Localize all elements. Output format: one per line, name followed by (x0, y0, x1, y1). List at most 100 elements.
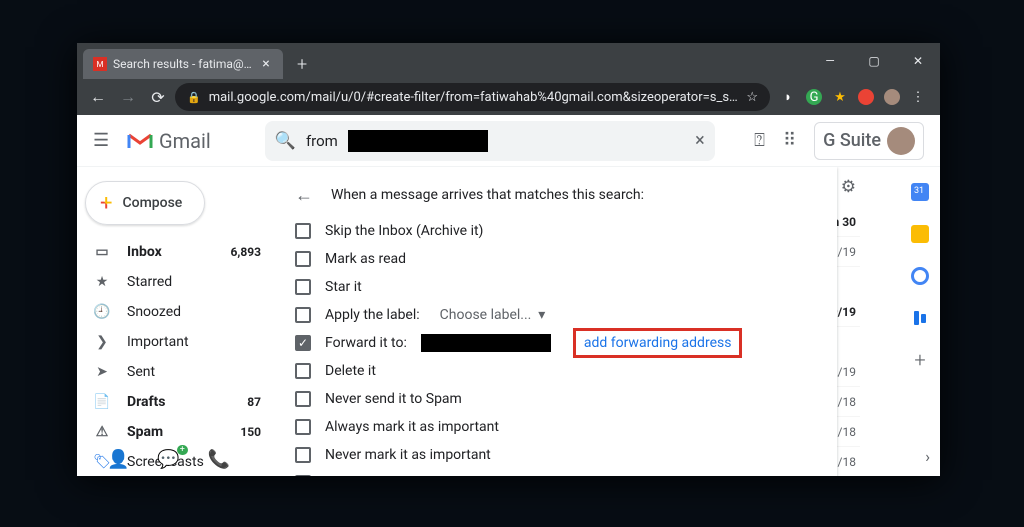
sidebar-item-snoozed[interactable]: 🕘 Snoozed (77, 297, 277, 327)
sidebar-item-label: Starred (127, 274, 172, 290)
filter-option-apply-label[interactable]: Apply the label: Choose label... ▾ (295, 301, 819, 329)
calendar-addon-icon[interactable] (911, 183, 929, 201)
checkbox[interactable] (295, 363, 311, 379)
sent-icon: ➤ (93, 364, 111, 380)
checkbox[interactable] (295, 447, 311, 463)
checkbox[interactable] (295, 391, 311, 407)
close-window-button[interactable]: ✕ (896, 43, 940, 79)
browser-tab[interactable]: M Search results - fatima@addicti… × (83, 49, 283, 79)
drafts-count: 87 (247, 395, 261, 409)
header-actions: ⍰ ⠿ G Suite (754, 122, 924, 160)
close-tab-icon[interactable]: × (259, 57, 273, 71)
filter-option-star[interactable]: Star it (295, 273, 819, 301)
gmail-body: + Compose ▭ Inbox 6,893 ★ Starred 🕘 Snoo… (77, 167, 940, 476)
sidebar-item-sent[interactable]: ➤ Sent (77, 357, 277, 387)
filter-option-always-important[interactable]: Always mark it as important (295, 413, 819, 441)
category-dropdown[interactable]: Choose category... ▾ (434, 475, 564, 476)
gmail-text: Gmail (159, 129, 211, 153)
filter-option-forward[interactable]: ✓ Forward it to: add forwarding address (295, 329, 819, 357)
forward-address-redacted (421, 334, 551, 352)
option-label: Never send it to Spam (325, 391, 462, 407)
checkbox[interactable] (295, 475, 311, 476)
maximize-button[interactable]: ▢ (852, 43, 896, 79)
option-label: Forward it to: (325, 335, 407, 351)
minimize-button[interactable]: — (808, 43, 852, 79)
sidebar-item-label: Drafts (127, 394, 165, 410)
support-icon[interactable]: ⍰ (754, 130, 765, 151)
forward-button[interactable]: → (115, 84, 141, 110)
bookmark-star-icon[interactable]: ☆ (746, 90, 758, 105)
tasks-addon-icon[interactable] (911, 267, 929, 285)
tab-strip: M Search results - fatima@addicti… × + —… (77, 43, 940, 79)
hide-side-panel-icon[interactable]: › (925, 447, 930, 466)
trello-addon-icon[interactable] (911, 309, 929, 327)
spam-icon: ⚠ (93, 424, 111, 440)
browser-menu-icon[interactable]: ⋮ (910, 89, 926, 105)
sidebar-item-label: Important (127, 334, 189, 350)
sidebar-item-starred[interactable]: ★ Starred (77, 267, 277, 297)
main-menu-icon[interactable]: ☰ (93, 130, 113, 151)
person-icon[interactable]: 👤 (107, 449, 129, 470)
gsuite-text: G Suite (823, 130, 881, 151)
option-label: Apply the label: (325, 307, 420, 323)
settings-gear-icon[interactable]: ⚙ (841, 177, 856, 197)
filter-option-never-important[interactable]: Never mark it as important (295, 441, 819, 469)
important-icon: ❯ (93, 334, 111, 350)
gmail-favicon: M (93, 57, 107, 71)
filter-option-delete[interactable]: Delete it (295, 357, 819, 385)
hangouts-icon[interactable]: 💬+ (157, 449, 179, 470)
extension-pocket-icon[interactable]: ◗ (780, 89, 796, 105)
sidebar-item-spam[interactable]: ⚠ Spam 150 (77, 417, 277, 447)
add-forwarding-address-link[interactable]: add forwarding address (573, 328, 743, 358)
reload-button[interactable]: ⟳ (145, 84, 171, 110)
sidebar-item-drafts[interactable]: 📄 Drafts 87 (77, 387, 277, 417)
browser-toolbar: ← → ⟳ 🔒 mail.google.com/mail/u/0/#create… (77, 79, 940, 115)
sidebar-item-important[interactable]: ❯ Important (77, 327, 277, 357)
keep-addon-icon[interactable] (911, 225, 929, 243)
compose-label: Compose (122, 195, 182, 211)
apps-grid-icon[interactable]: ⠿ (783, 130, 796, 151)
extension-icons: ◗ G ★ ⋮ (774, 89, 932, 105)
window-controls: — ▢ ✕ (808, 43, 940, 79)
checkbox[interactable] (295, 279, 311, 295)
filter-option-skip-inbox[interactable]: Skip the Inbox (Archive it) (295, 217, 819, 245)
option-label: Categorize as: (325, 475, 414, 476)
sidebar-item-inbox[interactable]: ▭ Inbox 6,893 (77, 237, 277, 267)
inbox-icon: ▭ (93, 244, 111, 260)
sidebar-item-label: Snoozed (127, 304, 181, 320)
label-dropdown[interactable]: Choose label... ▾ (440, 307, 546, 323)
checkbox[interactable] (295, 419, 311, 435)
phone-icon[interactable]: 📞 (208, 449, 230, 470)
new-tab-button[interactable]: + (283, 49, 321, 79)
option-label: Never mark it as important (325, 447, 491, 463)
checkbox-checked[interactable]: ✓ (295, 335, 311, 351)
back-button[interactable]: ← (85, 84, 111, 110)
address-bar[interactable]: 🔒 mail.google.com/mail/u/0/#create-filte… (175, 83, 770, 111)
checkbox[interactable] (295, 251, 311, 267)
sidebar-item-label: Spam (127, 424, 163, 440)
search-icon[interactable]: 🔍 (275, 131, 296, 151)
gmail-logo[interactable]: Gmail (127, 129, 211, 153)
option-label: Mark as read (325, 251, 406, 267)
filter-option-never-spam[interactable]: Never send it to Spam (295, 385, 819, 413)
clear-search-icon[interactable]: × (695, 130, 705, 151)
browser-window: M Search results - fatima@addicti… × + —… (77, 43, 940, 476)
account-avatar[interactable] (887, 127, 915, 155)
filter-option-mark-read[interactable]: Mark as read (295, 245, 819, 273)
drafts-icon: 📄 (93, 394, 111, 410)
gsuite-badge[interactable]: G Suite (814, 122, 924, 160)
hangouts-footer: 👤 💬+ 📞 (107, 449, 230, 470)
filter-header: ← When a message arrives that matches th… (295, 179, 819, 211)
search-bar[interactable]: 🔍 from × (265, 121, 715, 161)
add-addon-icon[interactable]: + (911, 351, 929, 369)
compose-button[interactable]: + Compose (85, 181, 205, 225)
checkbox[interactable] (295, 223, 311, 239)
extension-record-icon[interactable] (858, 89, 874, 105)
extension-star-icon[interactable]: ★ (832, 89, 848, 105)
filter-option-categorize[interactable]: Categorize as: Choose category... ▾ (295, 469, 819, 476)
profile-avatar-icon[interactable] (884, 89, 900, 105)
back-arrow-icon[interactable]: ← (295, 185, 313, 206)
checkbox[interactable] (295, 307, 311, 323)
extension-grammarly-icon[interactable]: G (806, 89, 822, 105)
plus-icon: + (100, 191, 112, 216)
